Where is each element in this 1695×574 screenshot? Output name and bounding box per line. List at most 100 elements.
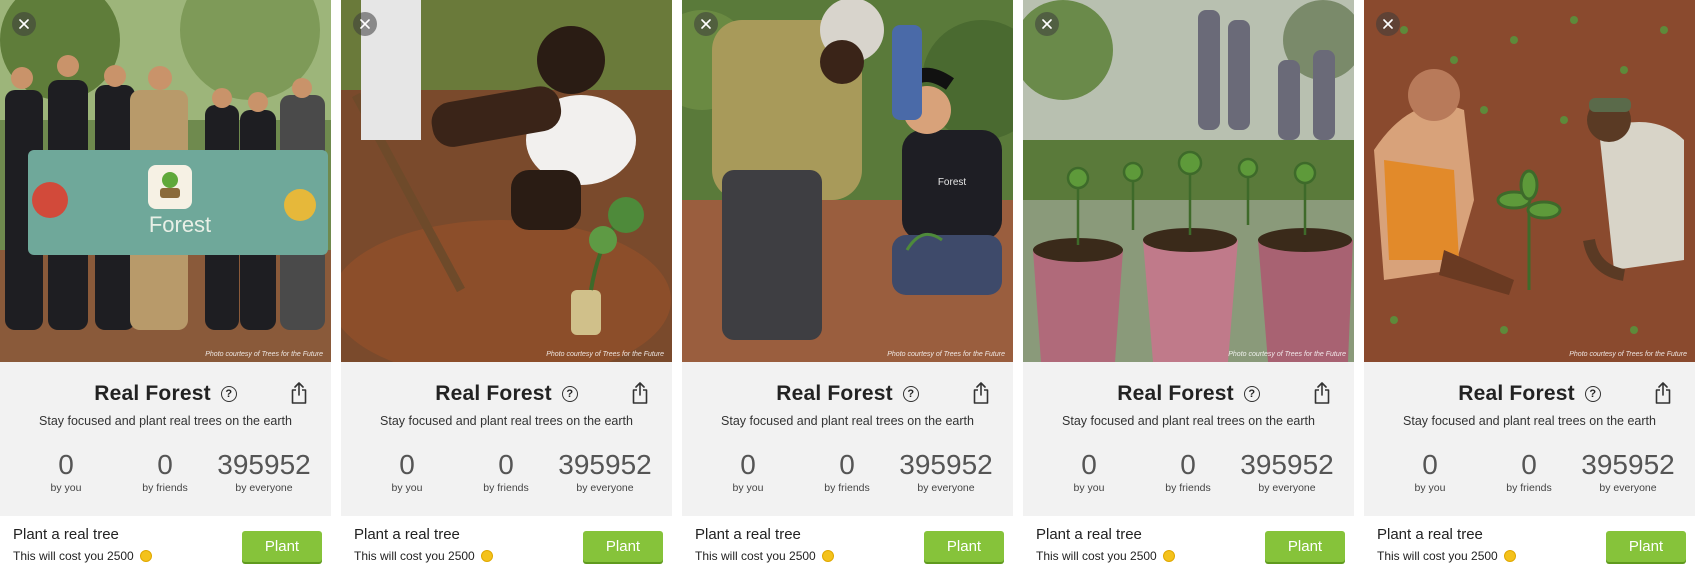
share-icon[interactable] xyxy=(973,382,989,409)
plant-bar: Plant a real tree This will cost you 250… xyxy=(341,516,672,574)
stat-value: 0 xyxy=(1521,449,1537,480)
page-title: Real Forest xyxy=(435,382,552,405)
plant-button[interactable]: Plant xyxy=(242,531,322,562)
cost-line: This will cost you 2500 xyxy=(1036,549,1175,563)
plant-button[interactable]: Plant xyxy=(924,531,1004,562)
shirt-text: Forest xyxy=(938,177,967,188)
stat-value: 0 xyxy=(498,449,514,480)
page-subtitle: Stay focused and plant real trees on the… xyxy=(380,414,633,428)
plant-title: Plant a real tree xyxy=(695,526,801,543)
plant-title: Plant a real tree xyxy=(1377,526,1483,543)
stat-value: 395952 xyxy=(1581,449,1675,480)
cost-text: This will cost you 2500 xyxy=(13,549,134,563)
stat-value: 0 xyxy=(740,449,756,480)
close-button[interactable] xyxy=(694,12,718,36)
title-row: Real Forest ? xyxy=(341,378,672,410)
close-button[interactable] xyxy=(1035,12,1059,36)
photo-group-with-banner: Forest Photo courtesy of Trees for the F… xyxy=(0,0,331,362)
stat-by-friends: 0 by friends xyxy=(1474,448,1584,494)
help-icon[interactable]: ? xyxy=(220,386,237,402)
plant-button[interactable]: Plant xyxy=(583,531,663,562)
close-icon xyxy=(701,19,711,29)
photo-credit: Photo courtesy of Trees for the Future xyxy=(546,351,664,358)
coin-icon xyxy=(1162,550,1175,562)
stat-label: by you xyxy=(1073,482,1105,494)
stat-by-everyone: 395952 by everyone xyxy=(1573,448,1683,494)
cost-text: This will cost you 2500 xyxy=(1036,549,1157,563)
help-icon[interactable]: ? xyxy=(902,386,919,402)
page-title: Real Forest xyxy=(94,382,211,405)
stat-by-everyone: 395952 by everyone xyxy=(891,448,1001,494)
stat-label: by you xyxy=(50,482,82,494)
page-subtitle: Stay focused and plant real trees on the… xyxy=(721,414,974,428)
title-row: Real Forest ? xyxy=(1023,378,1354,410)
stat-by-you: 0 by you xyxy=(1034,448,1144,494)
close-button[interactable] xyxy=(12,12,36,36)
stat-value: 0 xyxy=(1180,449,1196,480)
plant-bar: Plant a real tree This will cost you 250… xyxy=(1023,516,1354,574)
stat-label: by friends xyxy=(1165,482,1211,494)
share-icon[interactable] xyxy=(291,382,307,409)
stat-by-friends: 0 by friends xyxy=(451,448,561,494)
plant-title: Plant a real tree xyxy=(13,526,119,543)
cost-line: This will cost you 2500 xyxy=(1377,549,1516,563)
cost-line: This will cost you 2500 xyxy=(695,549,834,563)
plant-button[interactable]: Plant xyxy=(1265,531,1345,562)
share-icon[interactable] xyxy=(632,382,648,409)
screen-2: Photo courtesy of Trees for the Future R… xyxy=(341,0,672,574)
page-subtitle: Stay focused and plant real trees on the… xyxy=(1062,414,1315,428)
stat-by-friends: 0 by friends xyxy=(792,448,902,494)
stat-by-everyone: 395952 by everyone xyxy=(209,448,319,494)
share-icon[interactable] xyxy=(1655,382,1671,409)
stat-value: 395952 xyxy=(899,449,993,480)
photo-digging: Photo courtesy of Trees for the Future xyxy=(341,0,672,362)
title-row: Real Forest ? xyxy=(0,378,331,410)
plant-title: Plant a real tree xyxy=(1036,526,1142,543)
page-title: Real Forest xyxy=(776,382,893,405)
close-icon xyxy=(19,19,29,29)
stat-value: 395952 xyxy=(1240,449,1334,480)
plant-button[interactable]: Plant xyxy=(1606,531,1686,562)
close-button[interactable] xyxy=(353,12,377,36)
stat-value: 0 xyxy=(839,449,855,480)
page-title: Real Forest xyxy=(1458,382,1575,405)
screen-4: Photo courtesy of Trees for the Future R… xyxy=(1023,0,1354,574)
close-icon xyxy=(1042,19,1052,29)
stat-by-you: 0 by you xyxy=(11,448,121,494)
stat-label: by everyone xyxy=(917,482,975,494)
screenshot-strip: Forest Photo courtesy of Trees for the F… xyxy=(0,0,1695,574)
plant-bar: Plant a real tree This will cost you 250… xyxy=(1364,516,1695,574)
plant-bar: Plant a real tree This will cost you 250… xyxy=(0,516,331,574)
cost-text: This will cost you 2500 xyxy=(695,549,816,563)
help-icon[interactable]: ? xyxy=(1584,386,1601,402)
share-icon[interactable] xyxy=(1314,382,1330,409)
plant-title: Plant a real tree xyxy=(354,526,460,543)
photo-seedling-pots: Photo courtesy of Trees for the Future xyxy=(1023,0,1354,362)
page-title: Real Forest xyxy=(1117,382,1234,405)
stat-label: by everyone xyxy=(576,482,634,494)
stat-label: by you xyxy=(391,482,423,494)
cost-line: This will cost you 2500 xyxy=(13,549,152,563)
stat-by-you: 0 by you xyxy=(352,448,462,494)
close-icon xyxy=(360,19,370,29)
stat-label: by friends xyxy=(142,482,188,494)
help-icon[interactable]: ? xyxy=(561,386,578,402)
photo-two-planters: Photo courtesy of Trees for the Future xyxy=(1364,0,1695,362)
stat-by-you: 0 by you xyxy=(693,448,803,494)
coin-icon xyxy=(480,550,493,562)
cost-text: This will cost you 2500 xyxy=(354,549,475,563)
close-button[interactable] xyxy=(1376,12,1400,36)
plant-bar: Plant a real tree This will cost you 250… xyxy=(682,516,1013,574)
coin-icon xyxy=(139,550,152,562)
photo-credit: Photo courtesy of Trees for the Future xyxy=(887,351,1005,358)
stat-label: by everyone xyxy=(1599,482,1657,494)
screen-1: Forest Photo courtesy of Trees for the F… xyxy=(0,0,331,574)
close-icon xyxy=(1383,19,1393,29)
stat-label: by friends xyxy=(824,482,870,494)
help-icon[interactable]: ? xyxy=(1243,386,1260,402)
stat-by-everyone: 395952 by everyone xyxy=(550,448,660,494)
stat-label: by friends xyxy=(1506,482,1552,494)
title-row: Real Forest ? xyxy=(682,378,1013,410)
stat-by-you: 0 by you xyxy=(1375,448,1485,494)
stat-value: 0 xyxy=(157,449,173,480)
